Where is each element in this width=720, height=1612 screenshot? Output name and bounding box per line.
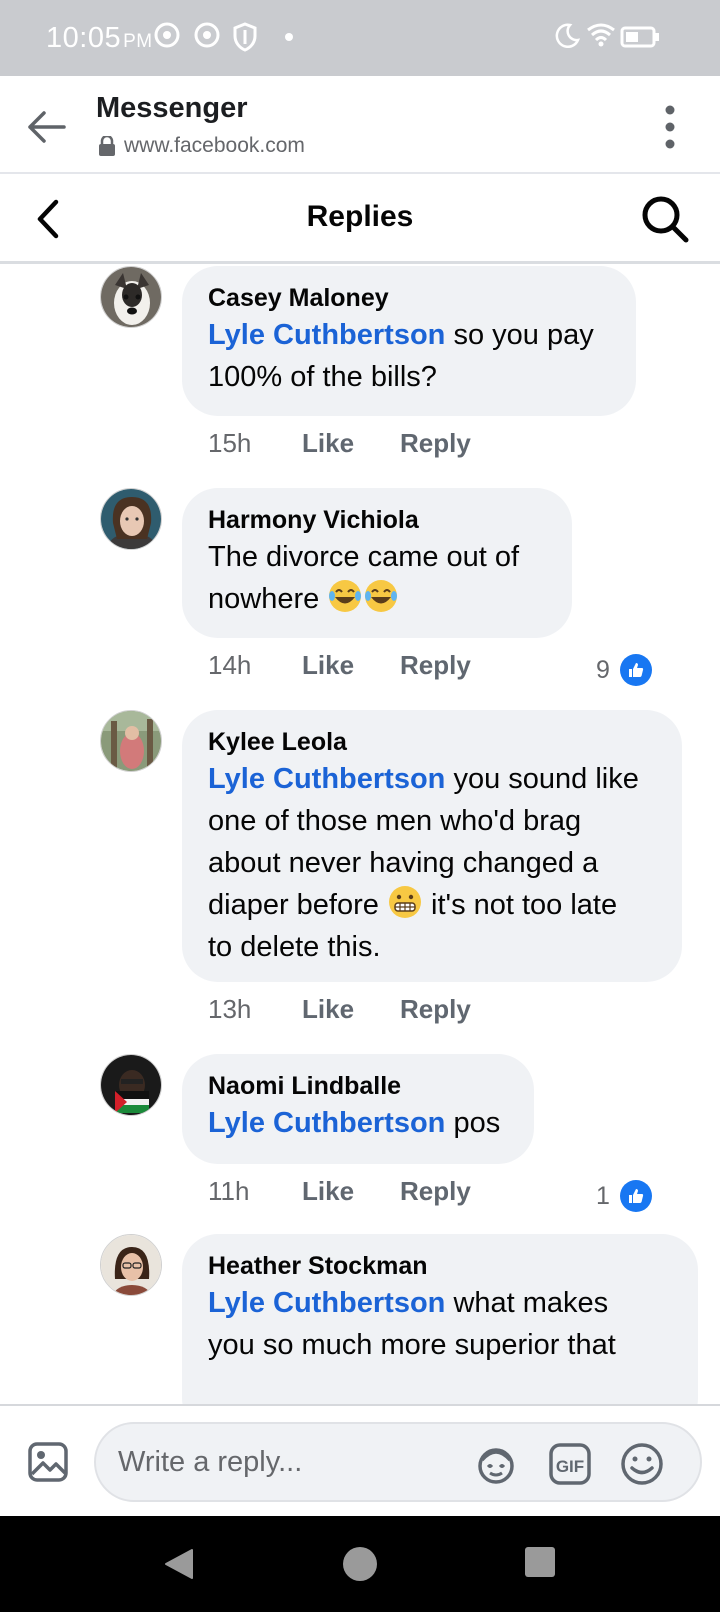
chrome-icon [154, 22, 180, 48]
dot-icon [285, 33, 293, 41]
wifi-icon [587, 23, 615, 47]
mention-link[interactable]: Lyle Cuthbertson [208, 763, 445, 795]
reply-button[interactable]: Reply [400, 650, 471, 681]
like-button[interactable]: Like [302, 428, 400, 459]
comment-bubble[interactable]: Heather Stockman Lyle Cuthbertson what m… [182, 1234, 698, 1404]
avatar[interactable] [100, 1054, 162, 1116]
reaction-count: 1 [596, 1181, 610, 1210]
nav-home-icon[interactable] [342, 1546, 378, 1582]
svg-text:GIF: GIF [556, 1457, 584, 1476]
like-button[interactable]: Like [302, 994, 400, 1025]
battery-icon [620, 26, 659, 48]
comment-bubble[interactable]: Kylee Leola Lyle Cuthbertson you sound l… [182, 710, 682, 982]
laughing-tears-emoji-icon [365, 580, 398, 612]
comment-time[interactable]: 13h [208, 994, 302, 1025]
page-title: Replies [306, 200, 414, 233]
system-nav-bar [0, 1516, 720, 1612]
comment-actions: 15h Like Reply [208, 428, 471, 459]
mention-link[interactable]: Lyle Cuthbertson [208, 319, 445, 351]
moon-icon [555, 23, 580, 48]
comment-bubble[interactable]: Naomi Lindballe Lyle Cuthbertson pos [182, 1054, 534, 1164]
more-vert-icon[interactable] [664, 104, 676, 150]
comment-bubble[interactable]: Casey Maloney Lyle Cuthbertson so you pa… [182, 266, 636, 416]
comment-author[interactable]: Kylee Leola [208, 726, 658, 758]
comment-time[interactable]: 11h [208, 1176, 302, 1207]
reaction-summary[interactable]: 9 [596, 654, 652, 686]
mention-link[interactable]: Lyle Cuthbertson [208, 1107, 445, 1139]
comment-actions: 14h Like Reply [208, 650, 471, 681]
comment-time[interactable]: 14h [208, 650, 302, 681]
comment-time[interactable]: 15h [208, 428, 302, 459]
comment-text: Lyle Cuthbertson so you pay 100% of the b… [208, 319, 594, 393]
reaction-summary[interactable]: 1 [596, 1180, 652, 1212]
browser-url[interactable]: www.facebook.com [98, 134, 305, 158]
laughing-tears-emoji-icon [329, 580, 362, 612]
like-reaction-icon [619, 1180, 652, 1212]
comment-author[interactable]: Heather Stockman [208, 1250, 674, 1282]
photo-icon[interactable] [28, 1442, 68, 1482]
avatar-sticker-icon[interactable] [474, 1442, 518, 1486]
avatar[interactable] [100, 488, 162, 550]
comment-author[interactable]: Harmony Vichiola [208, 504, 548, 536]
search-icon[interactable] [640, 194, 690, 244]
browser-title: Messenger [96, 92, 248, 124]
avatar[interactable] [100, 266, 162, 328]
reaction-count: 9 [596, 655, 610, 684]
comment-author[interactable]: Casey Maloney [208, 282, 612, 314]
url-text: www.facebook.com [124, 134, 305, 157]
comment-text: Lyle Cuthbertson you sound like one of th… [208, 763, 639, 963]
comment-text: Lyle Cuthbertson what makes you so much m… [208, 1287, 616, 1361]
nav-back-icon[interactable] [162, 1546, 196, 1582]
mention-link[interactable]: Lyle Cuthbertson [208, 1287, 445, 1319]
comment-actions: 13h Like Reply [208, 994, 471, 1025]
comment-list[interactable]: Casey Maloney Lyle Cuthbertson so you pa… [0, 264, 720, 1404]
avatar[interactable] [100, 1234, 162, 1296]
reply-button[interactable]: Reply [400, 1176, 471, 1207]
back-arrow-icon[interactable] [24, 104, 70, 150]
replies-header: Replies [0, 174, 720, 264]
avatar[interactable] [100, 710, 162, 772]
chrome-icon-2 [194, 22, 220, 48]
like-button[interactable]: Like [302, 650, 400, 681]
comment-text: The divorce came out of nowhere [208, 541, 520, 615]
compose-bar: Write a reply... GIF [0, 1404, 720, 1516]
like-reaction-icon [619, 654, 652, 686]
status-bar: 10:05 PM [0, 0, 720, 76]
comment-author[interactable]: Naomi Lindballe [208, 1070, 510, 1102]
comment-actions: 11h Like Reply [208, 1176, 471, 1207]
reply-placeholder: Write a reply... [118, 1446, 303, 1478]
browser-bar: Messenger www.facebook.com [0, 76, 720, 174]
shield-icon [233, 22, 257, 52]
gif-icon[interactable]: GIF [548, 1442, 592, 1486]
lock-icon [99, 136, 115, 156]
grimacing-emoji-icon [388, 886, 421, 918]
nav-recents-icon[interactable] [524, 1546, 556, 1578]
reply-input[interactable]: Write a reply... GIF [94, 1422, 702, 1502]
comment-text: Lyle Cuthbertson pos [208, 1107, 501, 1139]
status-time: 10:05 PM [46, 22, 153, 54]
reply-button[interactable]: Reply [400, 428, 471, 459]
like-button[interactable]: Like [302, 1176, 400, 1207]
comment-bubble[interactable]: Harmony Vichiola The divorce came out of… [182, 488, 572, 638]
smiley-icon[interactable] [620, 1442, 664, 1486]
reply-button[interactable]: Reply [400, 994, 471, 1025]
